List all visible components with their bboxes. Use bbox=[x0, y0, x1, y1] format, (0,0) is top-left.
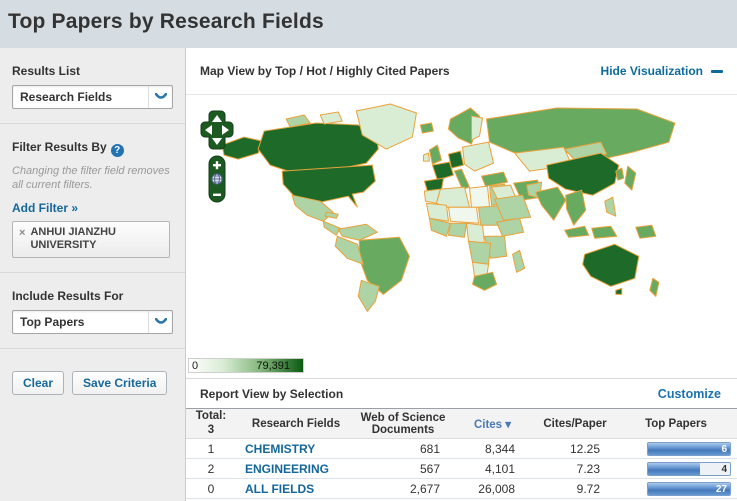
sort-arrow-icon: ▾ bbox=[505, 418, 512, 431]
legend-min-label: 0 bbox=[192, 360, 199, 372]
top-papers-header[interactable]: Top Papers bbox=[615, 418, 737, 430]
row-count: 1 bbox=[207, 441, 215, 456]
save-criteria-button[interactable]: Save Criteria bbox=[72, 371, 168, 396]
cites-sort-header[interactable]: Cites ▾ bbox=[450, 417, 535, 431]
map-zoom-control[interactable] bbox=[208, 155, 226, 203]
cites-value: 8,344 bbox=[484, 441, 515, 456]
cites-per-paper-value: 7.23 bbox=[576, 461, 600, 476]
globe-icon bbox=[211, 173, 223, 185]
total-count-header: Total: 3 bbox=[195, 410, 227, 436]
add-filter-link[interactable]: Add Filter » bbox=[12, 201, 173, 215]
help-icon[interactable]: ? bbox=[110, 144, 124, 157]
page-title: Top Papers by Research Fields bbox=[8, 10, 324, 33]
filter-tag-label: ANHUI JIANZHU UNIVERSITY bbox=[30, 225, 116, 252]
research-fields-header[interactable]: Research Fields bbox=[236, 418, 356, 430]
top-papers-count: 6 bbox=[721, 443, 727, 455]
cites-value: 26,008 bbox=[478, 481, 515, 496]
cites-per-paper-header[interactable]: Cites/Paper bbox=[535, 418, 615, 430]
top-papers-bar: 27 bbox=[647, 481, 731, 496]
map-area: 0 79,391 bbox=[186, 94, 737, 378]
page-header: Top Papers by Research Fields bbox=[0, 0, 737, 48]
sidebar: Results List Research Fields Filter Resu… bbox=[0, 48, 186, 501]
oceania-region[interactable] bbox=[582, 243, 660, 297]
map-view-header: Map View by Top / Hot / Highly Cited Pap… bbox=[186, 48, 737, 94]
top-papers-bar: 6 bbox=[647, 441, 731, 456]
south-america-region[interactable] bbox=[334, 223, 410, 312]
chevron-down-icon bbox=[148, 311, 172, 334]
documents-header[interactable]: Web of Science Documents bbox=[356, 412, 450, 436]
table-header-row: Total: 3 Research Fields Web of Science … bbox=[186, 408, 737, 439]
results-list-label: Results List bbox=[12, 64, 81, 78]
results-list-select[interactable]: Research Fields bbox=[12, 85, 173, 109]
map-view-title: Map View by Top / Hot / Highly Cited Pap… bbox=[200, 64, 450, 78]
filter-results-label: Filter Results By? bbox=[12, 140, 173, 157]
field-link[interactable]: ALL FIELDS bbox=[245, 482, 314, 496]
remove-filter-icon[interactable]: × bbox=[19, 227, 25, 239]
row-count: 0 bbox=[207, 481, 215, 496]
map-legend: 0 79,391 bbox=[188, 358, 304, 373]
table-row: 2 ENGINEERING 567 4,101 7.23 4 bbox=[186, 459, 737, 479]
top-papers-count: 27 bbox=[715, 483, 727, 495]
field-link[interactable]: ENGINEERING bbox=[245, 462, 329, 476]
legend-max-label: 79,391 bbox=[256, 360, 290, 372]
documents-value: 2,677 bbox=[409, 481, 440, 496]
main-panel: Map View by Top / Hot / Highly Cited Pap… bbox=[186, 48, 737, 501]
documents-value: 681 bbox=[419, 441, 440, 456]
results-list-value: Research Fields bbox=[20, 90, 113, 104]
asia-region[interactable] bbox=[481, 107, 676, 239]
report-view-header: Report View by Selection Customize bbox=[186, 378, 737, 408]
customize-link[interactable]: Customize bbox=[658, 387, 721, 401]
hide-visualization-link[interactable]: Hide Visualization bbox=[601, 64, 723, 78]
report-view-title: Report View by Selection bbox=[200, 386, 344, 401]
filter-tag[interactable]: × ANHUI JIANZHU UNIVERSITY bbox=[12, 220, 170, 259]
include-results-value: Top Papers bbox=[20, 315, 85, 330]
actions-section: Clear Save Criteria bbox=[0, 349, 185, 409]
cites-per-paper-value: 9.72 bbox=[576, 481, 600, 496]
top-papers-count: 4 bbox=[721, 463, 727, 475]
include-results-label: Include Results For bbox=[12, 289, 124, 304]
cites-value: 4,101 bbox=[484, 461, 515, 476]
zoom-out-icon bbox=[213, 193, 221, 196]
table-row: 0 ALL FIELDS 2,677 26,008 9.72 27 bbox=[186, 479, 737, 499]
minus-icon bbox=[711, 69, 723, 73]
filter-section: Filter Results By? Changing the filter f… bbox=[0, 124, 185, 274]
clear-button[interactable]: Clear bbox=[12, 371, 65, 396]
results-list-section: Results List Research Fields bbox=[0, 48, 185, 124]
documents-value: 567 bbox=[419, 461, 440, 476]
map-pan-control[interactable] bbox=[200, 110, 234, 150]
chevron-down-icon bbox=[148, 86, 172, 108]
world-map[interactable] bbox=[186, 95, 737, 380]
north-america-region[interactable] bbox=[221, 103, 417, 236]
row-count: 2 bbox=[207, 461, 215, 476]
table-row: 1 CHEMISTRY 681 8,344 12.25 6 bbox=[186, 439, 737, 459]
include-results-select[interactable]: Top Papers bbox=[12, 310, 173, 335]
filter-note: Changing the filter field removes all cu… bbox=[12, 165, 170, 192]
top-papers-bar: 4 bbox=[647, 461, 731, 476]
include-results-section: Include Results For Top Papers bbox=[0, 273, 185, 350]
cites-per-paper-value: 12.25 bbox=[569, 441, 600, 456]
field-link[interactable]: CHEMISTRY bbox=[245, 442, 315, 456]
